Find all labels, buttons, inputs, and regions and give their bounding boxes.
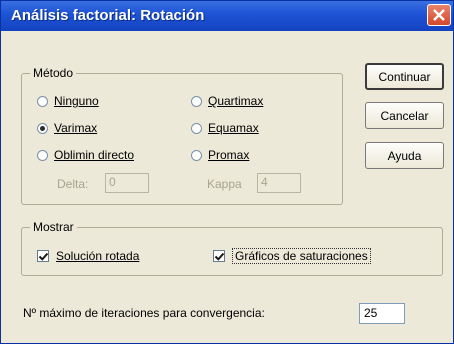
metodo-group-label: Método — [30, 66, 77, 80]
graficos-saturaciones-label: Gráficos de saturaciones — [232, 248, 371, 264]
radio-varimax[interactable]: Varimax — [37, 120, 97, 136]
delta-label: Delta: — [57, 177, 89, 191]
graficos-saturaciones-box — [213, 250, 225, 262]
iteraciones-label: Nº máximo de iteraciones para convergenc… — [23, 306, 265, 320]
mostrar-group-label: Mostrar — [30, 220, 77, 234]
radio-ninguno[interactable]: Ninguno — [37, 93, 99, 109]
radio-promax-label: Promax — [208, 148, 250, 162]
radio-quartimax[interactable]: Quartimax — [191, 93, 263, 109]
radio-promax-circle — [191, 149, 202, 161]
title-bar: Análisis factorial: Rotación — [1, 1, 453, 31]
solucion-rotada-label: Solución rotada — [56, 249, 140, 263]
radio-equamax[interactable]: Equamax — [191, 120, 259, 136]
delta-input[interactable]: 0 — [105, 173, 149, 193]
close-icon — [433, 9, 445, 21]
radio-equamax-label: Equamax — [208, 121, 259, 135]
radio-varimax-label: Varimax — [54, 121, 98, 135]
radio-ninguno-label: Ninguno — [54, 94, 99, 108]
solucion-rotada-box — [37, 250, 49, 262]
graficos-saturaciones-checkbox[interactable]: Gráficos de saturaciones — [213, 247, 371, 265]
radio-varimax-circle — [37, 122, 48, 134]
kappa-label: Kappa — [207, 177, 242, 191]
radio-quartimax-label: Quartimax — [208, 94, 264, 108]
radio-ninguno-circle — [37, 95, 48, 107]
ayuda-button[interactable]: Ayuda — [365, 142, 444, 169]
solucion-rotada-checkbox[interactable]: Solución rotada — [37, 247, 139, 265]
radio-oblimin-circle — [37, 149, 48, 161]
radio-oblimin[interactable]: Oblimin directo — [37, 147, 134, 163]
cancelar-button[interactable]: Cancelar — [365, 102, 444, 129]
radio-oblimin-label: Oblimin directo — [54, 148, 135, 162]
close-button[interactable] — [427, 4, 451, 26]
dialog-window: Análisis factorial: Rotación Método Ning… — [0, 0, 454, 344]
continuar-button[interactable]: Continuar — [365, 63, 444, 90]
checkmark-icon — [214, 252, 225, 261]
checkmark-icon — [38, 252, 49, 261]
radio-quartimax-circle — [191, 95, 202, 107]
kappa-input[interactable]: 4 — [257, 173, 301, 193]
window-title: Análisis factorial: Rotación — [11, 7, 205, 24]
radio-promax[interactable]: Promax — [191, 147, 249, 163]
iteraciones-input[interactable]: 25 — [359, 303, 405, 324]
radio-equamax-circle — [191, 122, 202, 134]
